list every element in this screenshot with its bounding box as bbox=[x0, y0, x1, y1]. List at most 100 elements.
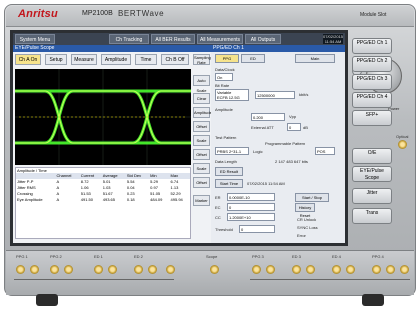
cr-unlock-indicator: CR Unlock bbox=[297, 217, 317, 222]
connector-port[interactable] bbox=[50, 265, 59, 274]
connector-port[interactable] bbox=[372, 265, 381, 274]
table-cell: 491.50 bbox=[80, 197, 93, 202]
ec-label: EC bbox=[215, 205, 221, 210]
jitter-key[interactable]: Jitter bbox=[352, 188, 392, 204]
connector-port[interactable] bbox=[332, 265, 341, 274]
eye-diagram bbox=[15, 69, 191, 165]
trans-key[interactable]: Trans bbox=[352, 208, 392, 224]
clear-display-button[interactable]: Clear Display bbox=[193, 93, 210, 111]
amplitude-field[interactable]: 0.200 bbox=[251, 113, 285, 121]
scale-button-2[interactable]: Scale bbox=[193, 163, 210, 174]
port-group-divider bbox=[14, 279, 174, 280]
eye-diagram-plot bbox=[15, 69, 191, 165]
offset-button-2[interactable]: Offset bbox=[193, 149, 210, 160]
ppg-ed-title: PPG/ED Ch 1 bbox=[211, 45, 345, 52]
time-tab[interactable]: Time bbox=[135, 54, 157, 65]
connector-port[interactable] bbox=[292, 265, 301, 274]
marker-button[interactable]: Marker bbox=[193, 195, 210, 206]
system-bar: System Menu Ch Tracking All BER Results … bbox=[13, 33, 345, 45]
connector-port[interactable] bbox=[64, 265, 73, 274]
right-foot bbox=[362, 294, 384, 306]
system-menu-button[interactable]: System Menu bbox=[15, 34, 55, 44]
table-row: Eye Amplitude A 491.50 493.65 0.18 484.0… bbox=[16, 197, 190, 203]
optical-port[interactable] bbox=[398, 140, 407, 149]
test-pattern-label: Test Pattern bbox=[215, 135, 237, 140]
setup-tab[interactable]: Setup bbox=[45, 54, 67, 65]
amplitude-side-button[interactable]: Amplitude bbox=[193, 107, 212, 118]
ed2-label: ED 2 bbox=[134, 254, 143, 259]
top-bar bbox=[6, 6, 414, 27]
connector-port[interactable] bbox=[252, 265, 261, 274]
table-cell: 0.18 bbox=[126, 197, 135, 202]
connector-port[interactable] bbox=[94, 265, 103, 274]
ch-a-button[interactable]: Ch A On bbox=[15, 54, 41, 65]
threshold-field: 0 bbox=[239, 225, 275, 233]
test-pattern-field[interactable]: PRBS 2^31-1 bbox=[215, 147, 249, 155]
amplitude-label: Amplitude bbox=[215, 107, 233, 112]
ppg-ed-ch3-key[interactable]: PPG/ED Ch 3 bbox=[352, 74, 392, 90]
connector-port[interactable] bbox=[166, 265, 175, 274]
data-clock-field[interactable]: On bbox=[215, 73, 233, 81]
ppg-tab[interactable]: PPG bbox=[215, 54, 239, 63]
offset-button-1[interactable]: Offset bbox=[193, 121, 210, 132]
scope-label: Scope bbox=[206, 254, 218, 259]
offset-button-3[interactable]: Offset bbox=[193, 177, 210, 188]
measurement-grid: Channel Current Average Std Dev Min Max … bbox=[16, 173, 190, 203]
ppg-ed-ch1-key[interactable]: PPG/ED Ch 1 bbox=[352, 38, 392, 54]
sampling-rate-button[interactable]: Sampling Rate bbox=[193, 54, 211, 65]
ppg-ed-ch2-key[interactable]: PPG/ED Ch 2 bbox=[352, 56, 392, 72]
auto-scale-button[interactable]: Auto Scale bbox=[193, 75, 210, 93]
connector-port[interactable] bbox=[346, 265, 355, 274]
ch-tracking-button[interactable]: Ch Tracking bbox=[109, 34, 149, 44]
ppg1-label: PPG 1 bbox=[16, 254, 28, 259]
scale-button-1[interactable]: Scale bbox=[193, 135, 210, 146]
all-ber-results-button[interactable]: All BER Results bbox=[151, 34, 195, 44]
connector-port[interactable] bbox=[148, 265, 157, 274]
bit-rate-mode-field[interactable]: Variable ECFB 12.5G bbox=[215, 89, 249, 101]
ch-b-button[interactable]: Ch B Off bbox=[161, 54, 189, 65]
connector-port[interactable] bbox=[16, 265, 25, 274]
cc-label: CC bbox=[215, 215, 221, 220]
all-outputs-button[interactable]: All Outputs bbox=[245, 34, 281, 44]
start-time-value: 07/02/2015 11:54 AM bbox=[247, 181, 285, 186]
connector-port[interactable] bbox=[30, 265, 39, 274]
ppg-ed-panel: PPG/ED Ch 1 PPG ED Main Data/Clock On Bi… bbox=[211, 45, 345, 243]
table-cell: Eye Amplitude bbox=[17, 197, 43, 202]
bit-rate-field[interactable]: 12500000 bbox=[255, 91, 295, 99]
bit-rate-unit: kbit/s bbox=[299, 92, 309, 97]
main-tab[interactable]: Main bbox=[295, 54, 335, 63]
logic-field[interactable]: POS bbox=[315, 147, 335, 155]
scope-port[interactable] bbox=[210, 265, 219, 274]
table-cell: A bbox=[56, 197, 60, 202]
ed-tab[interactable]: ED bbox=[241, 54, 265, 63]
table-cell: 493.65 bbox=[102, 197, 115, 202]
data-length-label: Data Length bbox=[215, 159, 237, 164]
connector-port[interactable] bbox=[108, 265, 117, 274]
start-time-button[interactable]: Start Time bbox=[215, 179, 243, 188]
connector-port[interactable] bbox=[134, 265, 143, 274]
table-cell: 495.94 bbox=[170, 197, 183, 202]
module-label: Module Slot bbox=[360, 12, 387, 18]
external-att-field[interactable]: 0 bbox=[287, 123, 301, 131]
sfp-key[interactable]: SFP+ bbox=[352, 110, 392, 126]
product-label: BERTWave bbox=[118, 9, 165, 18]
all-measurements-button[interactable]: All Measurements bbox=[197, 34, 243, 44]
connector-port[interactable] bbox=[266, 265, 275, 274]
ed1-label: ED 1 bbox=[94, 254, 103, 259]
amplitude-tab[interactable]: Amplitude bbox=[101, 54, 131, 65]
connector-port[interactable] bbox=[400, 265, 409, 274]
ed3-label: ED 3 bbox=[292, 254, 301, 259]
start-stop-button[interactable]: Start / Stop bbox=[295, 193, 329, 202]
eye-pulse-scope-key[interactable]: EYE/Pulse Scope bbox=[352, 166, 392, 182]
connector-port[interactable] bbox=[306, 265, 315, 274]
history-reset-button[interactable]: History Reset bbox=[295, 203, 315, 218]
ed4-label: ED 4 bbox=[332, 254, 341, 259]
scope-panel-title: EYE/Pulse Scope bbox=[13, 45, 211, 52]
display-screen: System Menu Ch Tracking All BER Results … bbox=[10, 30, 348, 246]
oe-key[interactable]: O/E bbox=[352, 148, 392, 164]
measure-tab[interactable]: Measure bbox=[71, 54, 97, 65]
ppg-ed-ch4-key[interactable]: PPG/ED Ch 4 bbox=[352, 92, 392, 108]
cc-field: 1.2000E+10 bbox=[227, 213, 275, 221]
ed-result-button[interactable]: ED Result bbox=[215, 167, 243, 176]
connector-port[interactable] bbox=[386, 265, 395, 274]
